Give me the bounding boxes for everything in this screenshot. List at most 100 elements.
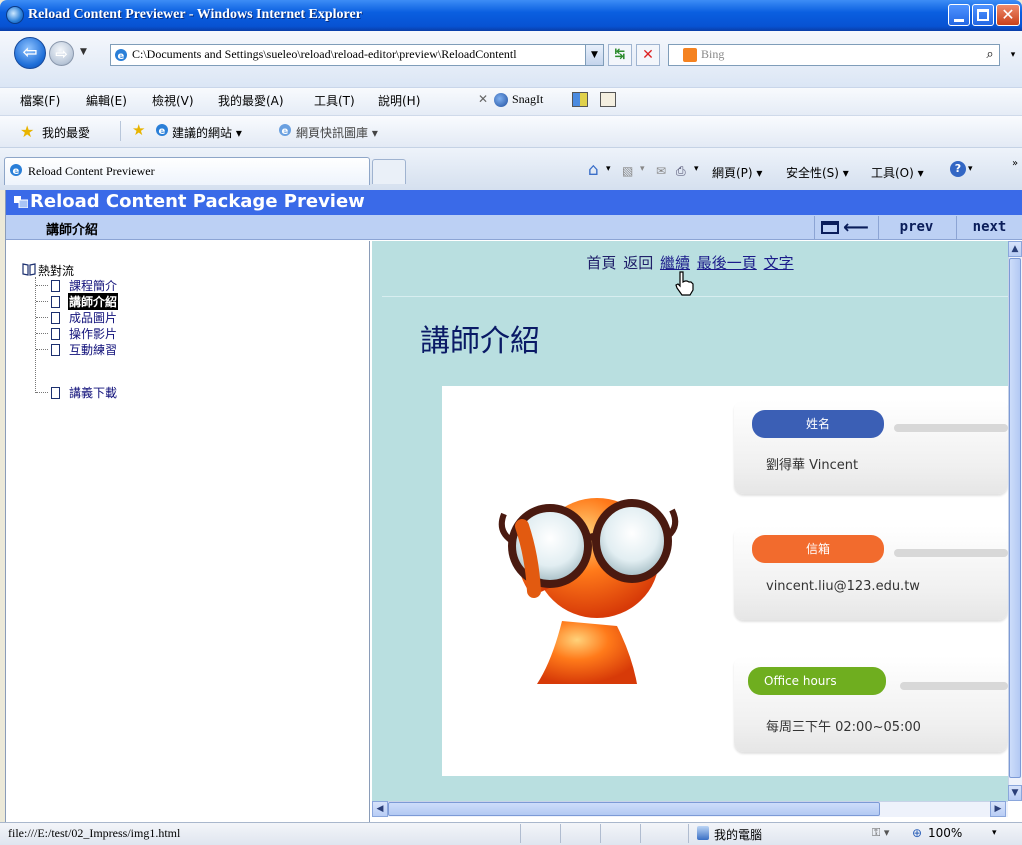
tree-connector	[36, 333, 48, 334]
ie-webslice-icon: e	[279, 124, 291, 137]
back-link[interactable]: 返回	[623, 254, 653, 272]
help-dropdown[interactable]: ▾	[968, 164, 973, 174]
refresh-button[interactable]: ↹	[608, 44, 632, 66]
tree-item-product-images[interactable]: 成品圖片	[69, 309, 117, 326]
tools-menu[interactable]: 工具(O) ▾	[871, 164, 924, 181]
svg-text:e: e	[13, 166, 20, 177]
snagit-button[interactable]: SnagIt	[512, 92, 543, 107]
tree-connector	[36, 317, 48, 318]
menu-help[interactable]: 說明(H)	[378, 92, 420, 109]
scroll-right-button[interactable]: ▶	[990, 801, 1006, 817]
suggested-sites-link[interactable]: 建議的網站 ▾	[172, 124, 242, 141]
minimize-button[interactable]	[948, 4, 970, 26]
name-label: 姓名	[752, 410, 884, 438]
feeds-dropdown[interactable]: ▾	[640, 164, 645, 174]
reload-banner-title: Reload Content Package Preview	[30, 191, 365, 212]
svg-text:e: e	[282, 126, 289, 137]
security-zone[interactable]: 我的電腦	[714, 826, 762, 843]
mail-icon[interactable]: ✉	[656, 164, 666, 178]
document-icon	[51, 312, 60, 324]
ie-tab-icon: e	[10, 164, 22, 177]
status-divider	[520, 824, 521, 843]
favorites-bar	[0, 115, 1022, 147]
hand-cursor-icon	[675, 271, 694, 296]
toggle-tree-button[interactable]: ⟵	[814, 216, 876, 239]
document-icon	[51, 344, 60, 356]
print-dropdown[interactable]: ▾	[694, 164, 699, 174]
name-value: 劉得華 Vincent	[766, 458, 859, 473]
back-button[interactable]: ⇦	[14, 37, 46, 69]
next-button[interactable]: next	[956, 216, 1022, 239]
tab-label: Reload Content Previewer	[28, 164, 155, 178]
menu-tools[interactable]: 工具(T)	[314, 92, 355, 109]
protected-mode-icon[interactable]: ⚿ ▾	[872, 826, 889, 840]
snagit-editor-icon[interactable]	[600, 92, 616, 107]
horizontal-scroll-thumb[interactable]	[388, 802, 880, 816]
zoom-level[interactable]: 100%	[928, 826, 962, 840]
address-dropdown-button[interactable]: ▼	[585, 45, 603, 65]
forward-button[interactable]: ⇨	[49, 41, 74, 66]
print-icon[interactable]: ⎙	[676, 164, 686, 179]
document-icon	[51, 328, 60, 340]
menu-file[interactable]: 檔案(F)	[20, 92, 60, 109]
vertical-scroll-thumb[interactable]	[1009, 258, 1021, 778]
recent-pages-dropdown[interactable]: ▼	[80, 47, 87, 57]
text-link[interactable]: 文字	[764, 254, 794, 272]
toolbar-overflow-icon[interactable]: »	[1012, 158, 1018, 169]
back-arrow-icon: ⇦	[22, 42, 38, 63]
new-tab-button[interactable]	[372, 159, 406, 184]
close-toolbar-icon[interactable]: ✕	[478, 92, 488, 106]
home-link[interactable]: 首頁	[586, 254, 616, 272]
menu-favorites[interactable]: 我的最愛(A)	[218, 92, 284, 109]
tree-connector	[35, 277, 36, 393]
book-icon	[22, 263, 36, 276]
home-icon[interactable]: ⌂	[588, 160, 599, 180]
ie-logo-icon	[6, 6, 24, 24]
tree-item-course-intro[interactable]: 課程簡介	[69, 277, 117, 294]
tree-item-downloads[interactable]: 講義下載	[69, 384, 117, 401]
instructor-card: 姓名 劉得華 Vincent 信箱 vincent.liu@123.edu.tw…	[442, 386, 1008, 776]
stop-button[interactable]: ✕	[636, 44, 660, 66]
status-divider	[640, 824, 641, 843]
zoom-icon: ⊕	[912, 826, 923, 840]
computer-zone-icon	[697, 826, 709, 840]
scroll-up-button[interactable]: ▲	[1008, 241, 1022, 257]
favorites-star-icon[interactable]: ★	[20, 122, 34, 141]
search-icon[interactable]: ⌕	[980, 45, 1000, 65]
safety-menu[interactable]: 安全性(S) ▾	[786, 164, 849, 181]
prev-button[interactable]: prev	[878, 216, 954, 239]
email-label: 信箱	[752, 535, 884, 563]
tree-item-instructor[interactable]: 講師介紹	[68, 293, 119, 310]
tree-item-videos[interactable]: 操作影片	[69, 325, 117, 342]
status-divider	[600, 824, 601, 843]
scroll-left-button[interactable]: ◀	[372, 801, 388, 817]
close-window-button[interactable]: ✕	[996, 4, 1020, 26]
feeds-icon[interactable]: ▧	[622, 164, 633, 178]
status-divider	[560, 824, 561, 843]
last-page-link[interactable]: 最後一頁	[697, 254, 757, 272]
scroll-down-button[interactable]: ▼	[1008, 785, 1022, 801]
status-divider	[688, 824, 689, 843]
tree-connector	[36, 392, 48, 393]
maximize-button[interactable]	[972, 4, 994, 26]
search-placeholder: Bing	[701, 47, 725, 61]
current-item-title: 講師介紹	[46, 223, 99, 238]
zoom-dropdown[interactable]: ▾	[992, 828, 997, 838]
menu-view[interactable]: 檢視(V)	[152, 92, 194, 109]
add-favorite-icon[interactable]: ★	[132, 121, 145, 139]
content-tree	[6, 241, 370, 822]
tree-item-exercises[interactable]: 互動練習	[69, 341, 117, 358]
tree-connector	[36, 349, 48, 350]
search-options-dropdown[interactable]: ▾	[1006, 45, 1020, 65]
ie-suggested-icon: e	[156, 124, 168, 137]
menu-edit[interactable]: 編輯(E)	[86, 92, 127, 109]
home-dropdown[interactable]: ▾	[606, 164, 611, 174]
favorites-button[interactable]: 我的最愛	[42, 124, 90, 141]
snagit-capture-icon[interactable]	[572, 92, 588, 107]
forward-arrow-icon: ⇨	[55, 45, 68, 63]
tree-connector	[36, 301, 48, 302]
help-icon[interactable]: ?	[950, 161, 966, 177]
document-icon	[51, 296, 60, 308]
page-menu[interactable]: 網頁(P) ▾	[712, 164, 762, 181]
web-slice-gallery-link[interactable]: 網頁快訊圖庫 ▾	[296, 124, 378, 141]
